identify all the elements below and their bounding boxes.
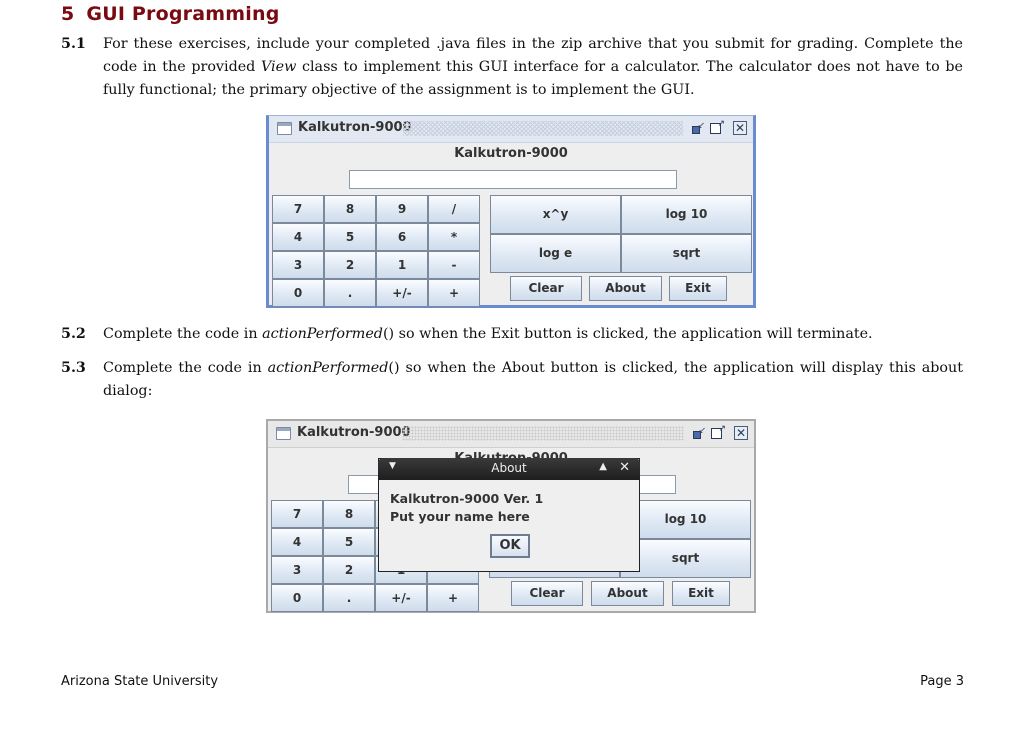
about-dialog: ▼ About ▲ ✕ Kalkutron-9000 Ver. 1 Put yo… <box>378 458 640 572</box>
key-9[interactable]: 9 <box>376 195 428 223</box>
footer-institution: Arizona State University <box>61 674 219 689</box>
iconify-icon[interactable]: ↙ <box>691 121 705 135</box>
key-0[interactable]: 0 <box>271 584 323 612</box>
window-icon[interactable] <box>276 427 291 440</box>
exercise-text: For these exercises, include your comple… <box>103 36 964 98</box>
clear-button[interactable]: Clear <box>510 276 582 301</box>
window-title: Kalkutron-9000 <box>297 425 411 440</box>
clear-button[interactable]: Clear <box>511 581 583 606</box>
calculator-label: Kalkutron-9000 <box>454 146 568 161</box>
log10-button[interactable]: log 10 <box>621 195 752 234</box>
close-icon[interactable]: ✕ <box>733 121 747 135</box>
key-1[interactable]: 1 <box>376 251 428 279</box>
key-add[interactable]: + <box>427 584 479 612</box>
exit-button[interactable]: Exit <box>669 276 727 301</box>
key-subtract[interactable]: - <box>428 251 480 279</box>
key-8[interactable]: 8 <box>323 500 375 528</box>
key-3[interactable]: 3 <box>271 556 323 584</box>
key-negate[interactable]: +/- <box>376 279 428 307</box>
key-4[interactable]: 4 <box>271 528 323 556</box>
window-icon[interactable] <box>277 122 292 135</box>
footer-page-number: Page 3 <box>920 674 964 689</box>
key-2[interactable]: 2 <box>323 556 375 584</box>
exercise-text: Complete the code in actionPerformed() s… <box>103 326 873 342</box>
window-title: Kalkutron-9000 <box>298 120 412 135</box>
exercise-number: 5.2 <box>61 326 86 342</box>
shade-icon[interactable]: ▲ <box>599 461 607 472</box>
function-pad: x^y log 10 log e sqrt <box>490 195 752 273</box>
titlebar-grip <box>403 121 683 136</box>
section-title: 5 GUI Programming <box>61 3 280 25</box>
close-icon[interactable]: ✕ <box>619 460 630 475</box>
calculator-window: Kalkutron-9000 ↙ ↗ ✕ Kalkutron-9000 7 8 … <box>266 115 756 308</box>
key-decimal[interactable]: . <box>324 279 376 307</box>
key-2[interactable]: 2 <box>324 251 376 279</box>
window-titlebar[interactable]: Kalkutron-9000 ↙ ↗ ✕ <box>268 421 754 448</box>
exercise-text: Complete the code in actionPerformed() s… <box>103 360 963 399</box>
about-button[interactable]: About <box>589 276 662 301</box>
key-negate[interactable]: +/- <box>375 584 427 612</box>
dialog-version-text: Kalkutron-9000 Ver. 1 <box>390 491 544 506</box>
key-5[interactable]: 5 <box>323 528 375 556</box>
key-4[interactable]: 4 <box>272 223 324 251</box>
ln-button[interactable]: log e <box>490 234 621 273</box>
titlebar-grip <box>402 426 684 441</box>
key-6[interactable]: 6 <box>376 223 428 251</box>
maximize-icon[interactable]: ↗ <box>710 424 726 440</box>
window-titlebar[interactable]: Kalkutron-9000 ↙ ↗ ✕ <box>269 116 753 143</box>
key-5[interactable]: 5 <box>324 223 376 251</box>
dialog-titlebar[interactable]: ▼ About ▲ ✕ <box>378 458 640 480</box>
iconify-icon[interactable]: ↙ <box>692 426 706 440</box>
exercise-number: 5.1 <box>61 36 86 52</box>
section-number: 5 <box>61 3 75 25</box>
key-divide[interactable]: / <box>428 195 480 223</box>
key-decimal[interactable]: . <box>323 584 375 612</box>
key-0[interactable]: 0 <box>272 279 324 307</box>
about-button[interactable]: About <box>591 581 664 606</box>
exercise-number: 5.3 <box>61 360 86 376</box>
key-7[interactable]: 7 <box>271 500 323 528</box>
dialog-author-text: Put your name here <box>390 509 530 524</box>
exit-button[interactable]: Exit <box>672 581 730 606</box>
keypad: 7 8 9 / 4 5 6 * 3 2 1 - 0 . +/- + <box>272 195 481 307</box>
ok-button[interactable]: OK <box>490 534 530 558</box>
key-8[interactable]: 8 <box>324 195 376 223</box>
close-icon[interactable]: ✕ <box>734 426 748 440</box>
key-multiply[interactable]: * <box>428 223 480 251</box>
display-field[interactable] <box>349 170 677 189</box>
key-7[interactable]: 7 <box>272 195 324 223</box>
sqrt-button[interactable]: sqrt <box>621 234 752 273</box>
maximize-icon[interactable]: ↗ <box>709 119 725 135</box>
key-3[interactable]: 3 <box>272 251 324 279</box>
key-add[interactable]: + <box>428 279 480 307</box>
section-title-text: GUI Programming <box>86 3 280 25</box>
power-button[interactable]: x^y <box>490 195 621 234</box>
